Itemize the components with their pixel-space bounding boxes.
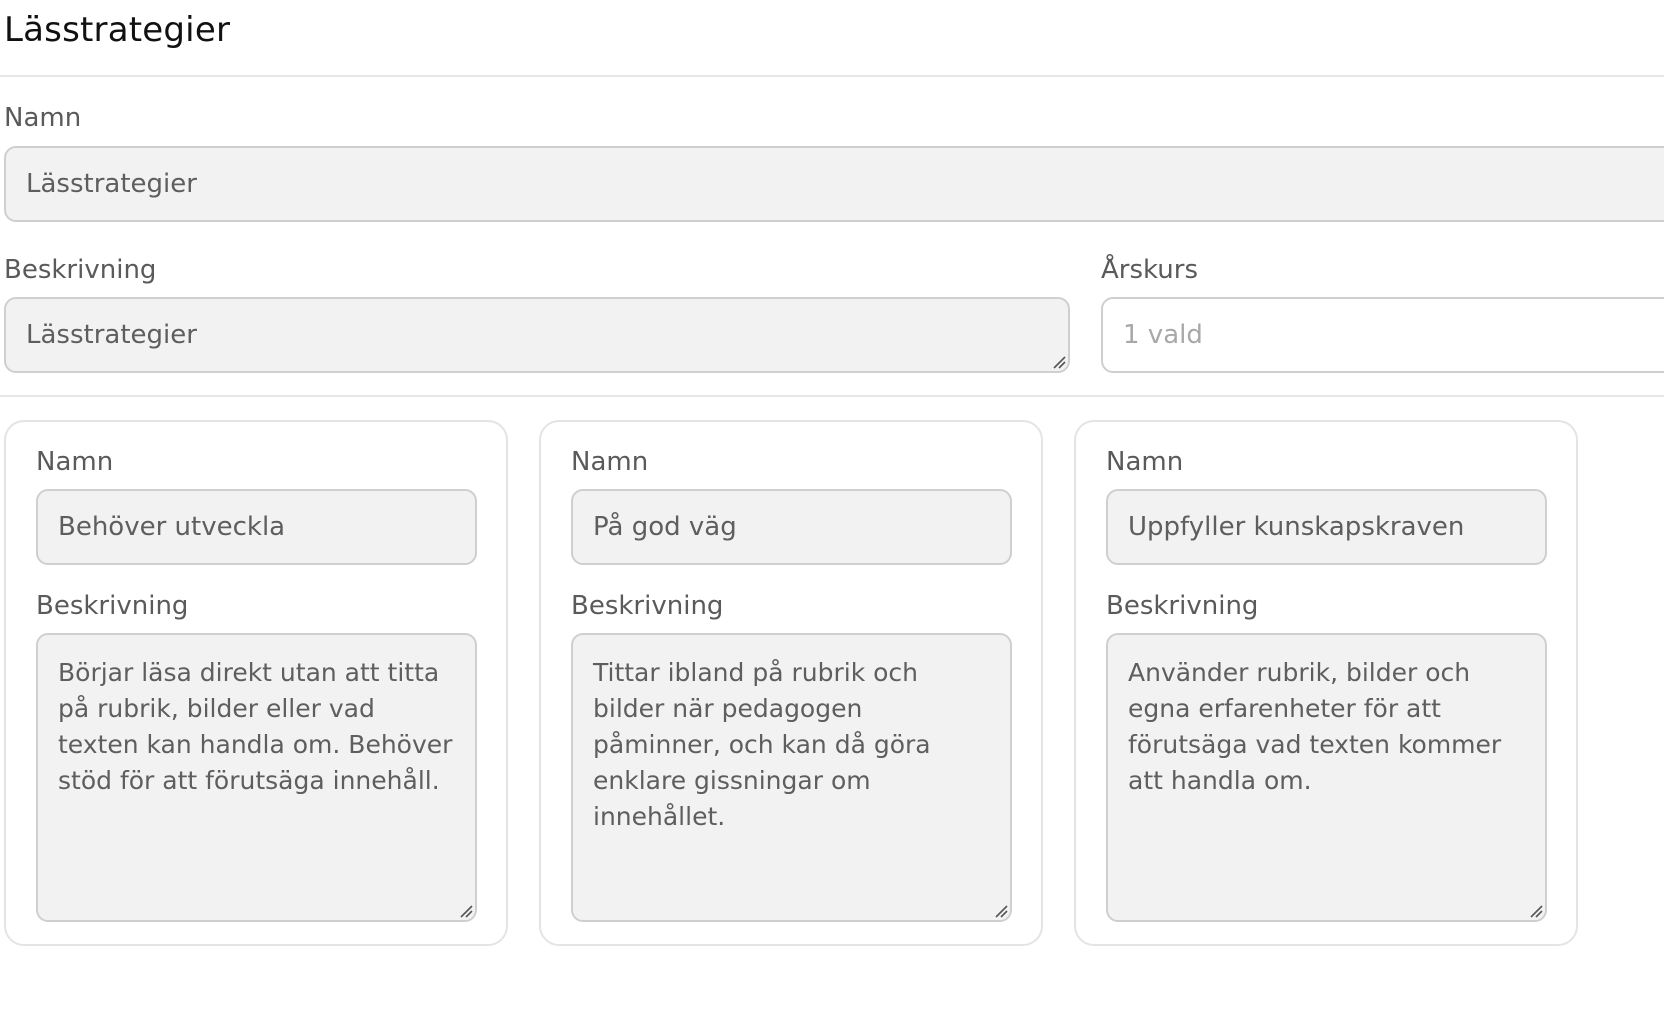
description-text: Lässtrategier (26, 320, 197, 350)
section-divider (0, 395, 1664, 397)
level-3-description-text: Använder rubrik, bilder och egna erfaren… (1128, 658, 1502, 795)
name-input[interactable]: Lässtrategier (4, 146, 1664, 222)
level-1-description-label: Beskrivning (36, 591, 189, 621)
resize-handle-icon[interactable] (1052, 355, 1066, 369)
level-2-description-textarea[interactable]: Tittar ibland på rubrik och bilder när p… (571, 633, 1012, 922)
level-1-name-input[interactable]: Behöver utveckla (36, 489, 477, 565)
description-label: Beskrivning (4, 255, 157, 285)
level-3-name-label: Namn (1106, 447, 1184, 477)
level-1-description-text: Börjar läsa direkt utan att titta på rub… (58, 658, 453, 795)
level-3-description-label: Beskrivning (1106, 591, 1259, 621)
resize-handle-icon[interactable] (1529, 904, 1543, 918)
level-1-description-textarea[interactable]: Börjar läsa direkt utan att titta på rub… (36, 633, 477, 922)
level-2-description-label: Beskrivning (571, 591, 724, 621)
description-textarea[interactable]: Lässtrategier (4, 297, 1070, 373)
level-3-description-textarea[interactable]: Använder rubrik, bilder och egna erfaren… (1106, 633, 1547, 922)
grade-label: Årskurs (1101, 255, 1198, 285)
level-2-name-label: Namn (571, 447, 649, 477)
grade-select[interactable]: 1 vald (1101, 297, 1664, 373)
level-2-description-text: Tittar ibland på rubrik och bilder när p… (593, 658, 931, 831)
page-title: Lässtrategier (4, 10, 231, 50)
level-editor-page: Lässtrategier Namn Lässtrategier Beskriv… (0, 0, 1664, 1012)
resize-handle-icon[interactable] (459, 904, 473, 918)
name-label: Namn (4, 103, 82, 133)
level-3-name-input[interactable]: Uppfyller kunskapskraven (1106, 489, 1547, 565)
resize-handle-icon[interactable] (994, 904, 1008, 918)
header-divider (0, 75, 1664, 77)
level-2-name-input[interactable]: På god väg (571, 489, 1012, 565)
level-1-name-label: Namn (36, 447, 114, 477)
